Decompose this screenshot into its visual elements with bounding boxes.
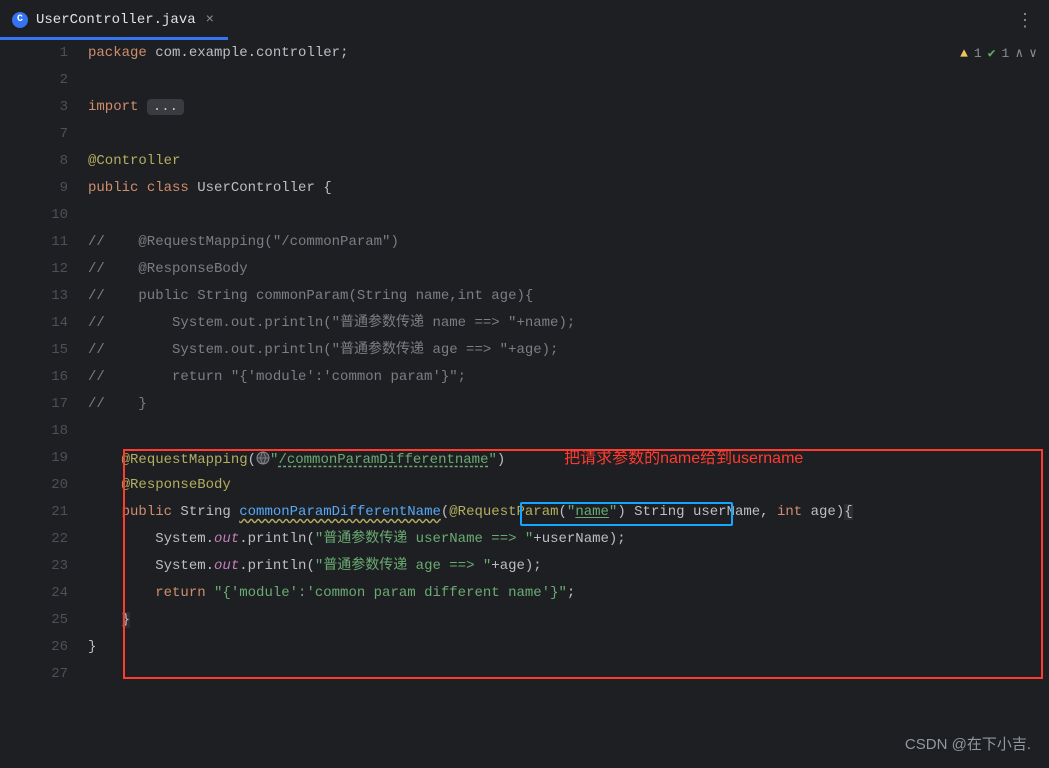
gutter: 1 2 3 7 8 9 10 11 12 13 14 15 16 17 18 1… xyxy=(0,40,88,688)
line-number: 19 xyxy=(0,445,88,472)
line-number: 26 xyxy=(0,634,88,661)
tab-bar: C UserController.java × ⋮ xyxy=(0,0,1049,40)
line-number: 7 xyxy=(0,121,88,148)
line-number: 23 xyxy=(0,553,88,580)
line-number: 12 xyxy=(0,256,88,283)
line-number: 1 xyxy=(0,40,88,67)
tab-title: UserController.java xyxy=(36,12,196,28)
globe-icon[interactable] xyxy=(256,449,270,463)
line-number: 16 xyxy=(0,364,88,391)
code-area[interactable]: package com.example.controller; import .… xyxy=(88,40,1049,688)
line-number: 2 xyxy=(0,67,88,94)
annotation-red-label: 把请求参数的name给到username xyxy=(564,450,803,467)
line-number: 22 xyxy=(0,526,88,553)
line-number: 9 xyxy=(0,175,88,202)
line-number: 27 xyxy=(0,661,88,688)
editor: 1 2 3 7 8 9 10 11 12 13 14 15 16 17 18 1… xyxy=(0,40,1049,688)
folded-region[interactable]: ... xyxy=(147,99,184,115)
line-number: 17 xyxy=(0,391,88,418)
more-icon[interactable]: ⋮ xyxy=(1016,10,1035,32)
line-number: 21 xyxy=(0,499,88,526)
close-icon[interactable]: × xyxy=(204,10,216,30)
line-number: 11 xyxy=(0,229,88,256)
line-number: 24 xyxy=(0,580,88,607)
line-number: 13 xyxy=(0,283,88,310)
line-number: 14 xyxy=(0,310,88,337)
tab-usercontroller[interactable]: C UserController.java × xyxy=(0,0,228,40)
line-number: 15 xyxy=(0,337,88,364)
line-number: 8 xyxy=(0,148,88,175)
class-icon: C xyxy=(12,12,28,28)
line-number: 25 xyxy=(0,607,88,634)
watermark: CSDN @在下小吉. xyxy=(905,733,1031,754)
line-number: 18 xyxy=(0,418,88,445)
line-number: 10 xyxy=(0,202,88,229)
line-number: 20 xyxy=(0,472,88,499)
line-number: 3 xyxy=(0,94,88,121)
